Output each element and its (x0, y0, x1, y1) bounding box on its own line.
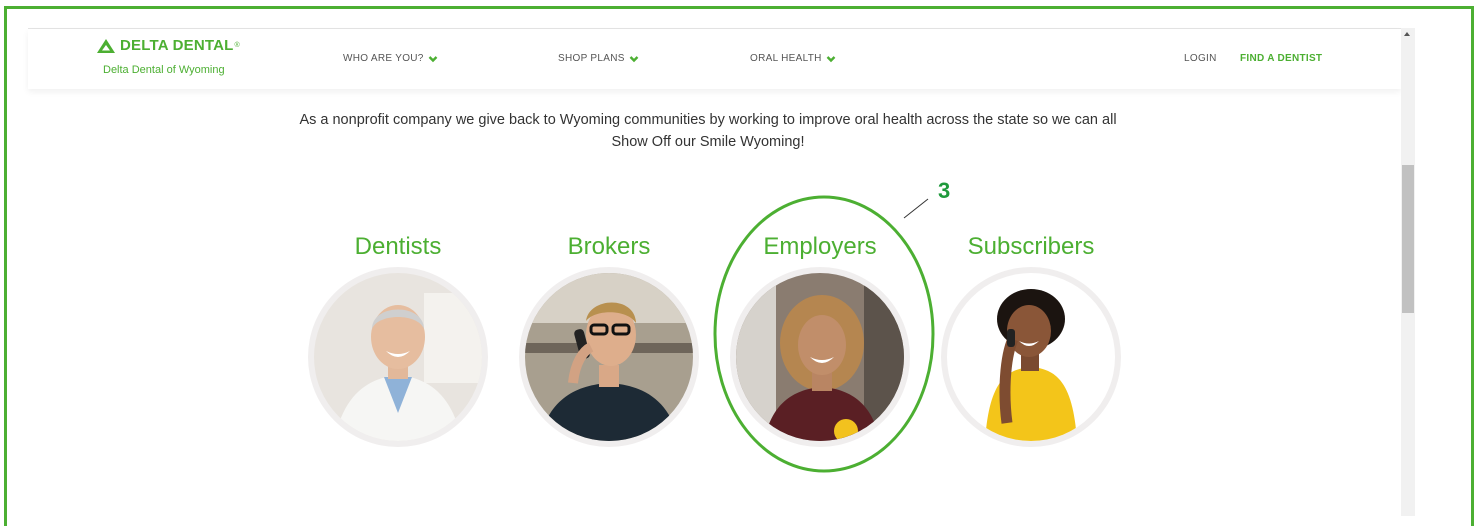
nav-label: WHO ARE YOU? (343, 53, 424, 64)
chevron-down-icon (826, 55, 836, 63)
chevron-down-icon (629, 55, 639, 63)
registered-mark: ® (234, 42, 240, 49)
brand-subtitle: Delta Dental of Wyoming (103, 64, 225, 76)
top-navbar: DELTA DENTAL ® Delta Dental of Wyoming W… (28, 29, 1401, 89)
photo-image (314, 273, 482, 441)
nav-label: ORAL HEALTH (750, 53, 822, 64)
delta-triangle-icon (96, 38, 116, 54)
audience-label-subscribers[interactable]: Subscribers (936, 233, 1126, 261)
photo-image (947, 273, 1115, 441)
audience-label-brokers[interactable]: Brokers (514, 233, 704, 261)
find-a-dentist-link[interactable]: FIND A DENTIST (1240, 53, 1322, 64)
callout-number: 3 (938, 178, 951, 203)
audience-label-dentists[interactable]: Dentists (303, 233, 493, 261)
logo-mark: DELTA DENTAL ® (96, 37, 246, 54)
nav-label: SHOP PLANS (558, 53, 625, 64)
intro-text: As a nonprofit company we give back to W… (299, 112, 1117, 150)
callout-highlight-ellipse (713, 195, 935, 473)
nav-oral-health[interactable]: ORAL HEALTH (750, 53, 836, 64)
photo-image (525, 273, 693, 441)
nav-shop-plans[interactable]: SHOP PLANS (558, 53, 639, 64)
vertical-scrollbar[interactable] (1401, 28, 1415, 516)
brand-name: DELTA DENTAL (120, 37, 234, 54)
login-link[interactable]: LOGIN (1184, 53, 1217, 64)
logo[interactable]: DELTA DENTAL ® Delta Dental of Wyoming (96, 37, 246, 76)
broker-photo[interactable] (519, 267, 699, 447)
subscriber-photo[interactable] (941, 267, 1121, 447)
nav-who-are-you[interactable]: WHO ARE YOU? (343, 53, 438, 64)
scroll-up-arrow-icon[interactable] (1404, 32, 1410, 36)
scrollbar-thumb[interactable] (1402, 165, 1414, 313)
chevron-down-icon (428, 55, 438, 63)
dentist-photo[interactable] (308, 267, 488, 447)
